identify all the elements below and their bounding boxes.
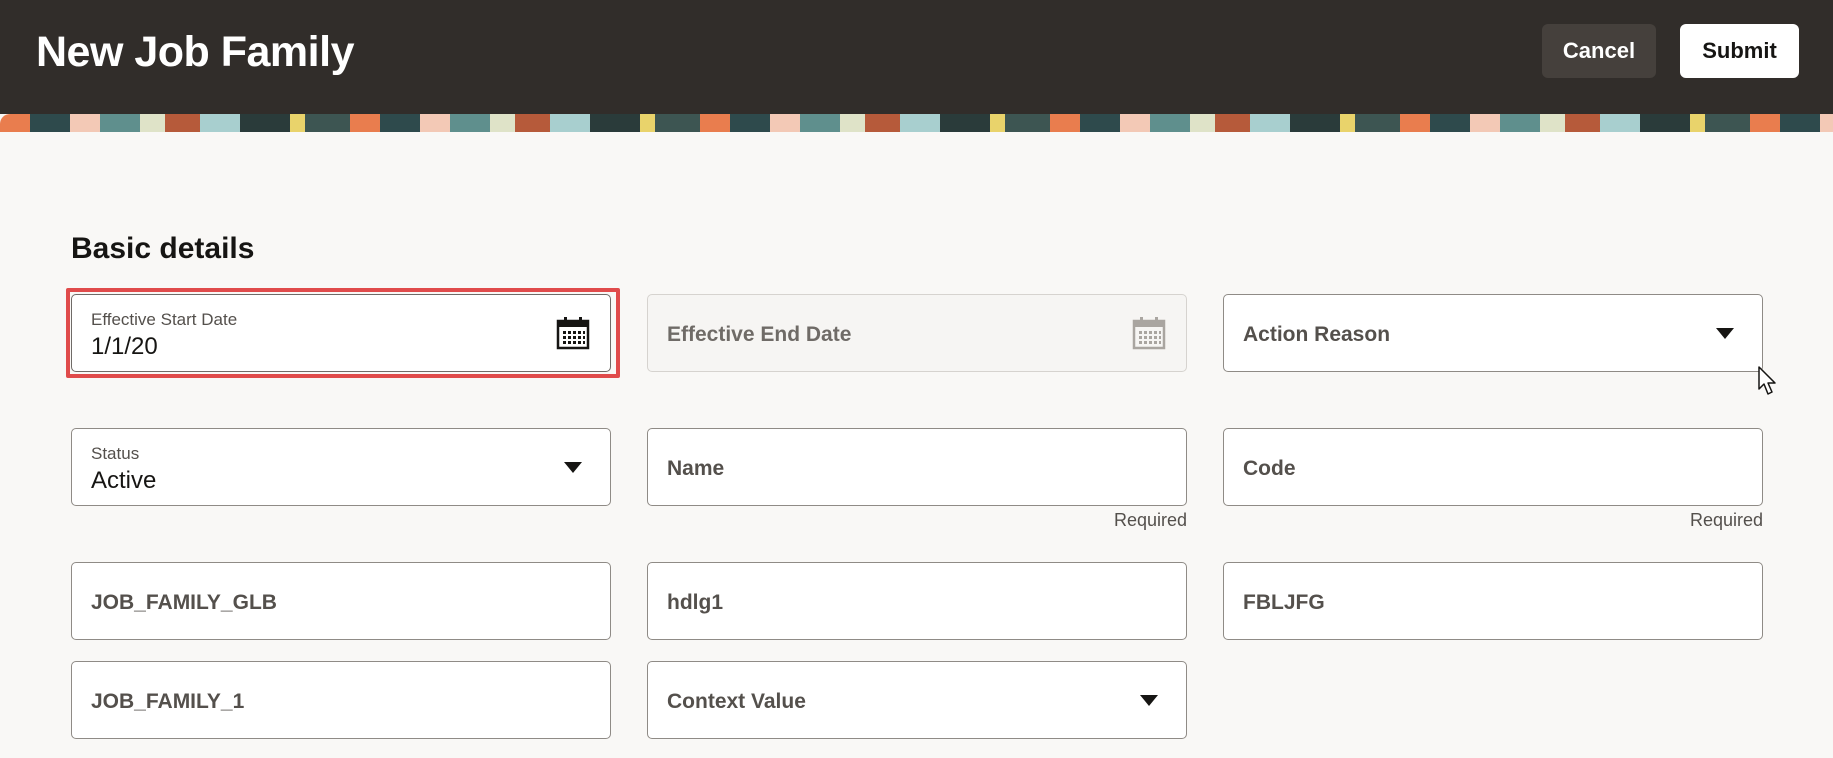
- code-input[interactable]: Code: [1223, 428, 1763, 506]
- page-title: New Job Family: [36, 28, 354, 76]
- code-required-hint: Required: [1689, 510, 1763, 530]
- name-placeholder: Name: [667, 457, 725, 480]
- name-required-hint: Required: [1113, 510, 1187, 530]
- cancel-button[interactable]: Cancel: [1542, 24, 1656, 78]
- chevron-down-icon[interactable]: [564, 462, 582, 473]
- decorative-banner: [0, 114, 1833, 132]
- hdlg1-placeholder: hdlg1: [667, 591, 723, 614]
- status-select[interactable]: Status Active: [71, 428, 611, 506]
- effective-end-date-placeholder: Effective End Date: [667, 323, 852, 346]
- context-value-select[interactable]: Context Value: [647, 661, 1187, 739]
- chevron-down-icon[interactable]: [1716, 328, 1734, 339]
- context-value-placeholder: Context Value: [667, 690, 806, 713]
- calendar-icon[interactable]: [556, 316, 590, 350]
- job-family-glb-input[interactable]: JOB_FAMILY_GLB: [71, 562, 611, 640]
- job-family-1-input[interactable]: JOB_FAMILY_1: [71, 661, 611, 739]
- status-label: Status: [91, 444, 140, 463]
- hdlg1-input[interactable]: hdlg1: [647, 562, 1187, 640]
- code-placeholder: Code: [1243, 457, 1296, 480]
- page-header: New Job Family Cancel Submit: [0, 0, 1833, 114]
- action-reason-select[interactable]: Action Reason: [1223, 294, 1763, 372]
- section-title: Basic details: [71, 232, 255, 265]
- action-reason-placeholder: Action Reason: [1243, 323, 1391, 346]
- job-family-1-placeholder: JOB_FAMILY_1: [91, 690, 245, 713]
- fbljfg-placeholder: FBLJFG: [1243, 591, 1325, 614]
- mouse-cursor-icon: [1758, 366, 1776, 395]
- effective-start-date-label: Effective Start Date: [91, 310, 238, 329]
- status-value: Active: [91, 467, 157, 494]
- job-family-glb-placeholder: JOB_FAMILY_GLB: [91, 591, 277, 614]
- submit-button[interactable]: Submit: [1680, 24, 1799, 78]
- chevron-down-icon[interactable]: [1140, 695, 1158, 706]
- effective-start-date-value[interactable]: 1/1/20: [91, 333, 158, 361]
- effective-end-date-field: Effective End Date: [647, 294, 1187, 372]
- name-input[interactable]: Name: [647, 428, 1187, 506]
- calendar-icon: [1132, 317, 1166, 350]
- effective-start-date-field[interactable]: Effective Start Date 1/1/20: [71, 294, 611, 372]
- fbljfg-input[interactable]: FBLJFG: [1223, 562, 1763, 640]
